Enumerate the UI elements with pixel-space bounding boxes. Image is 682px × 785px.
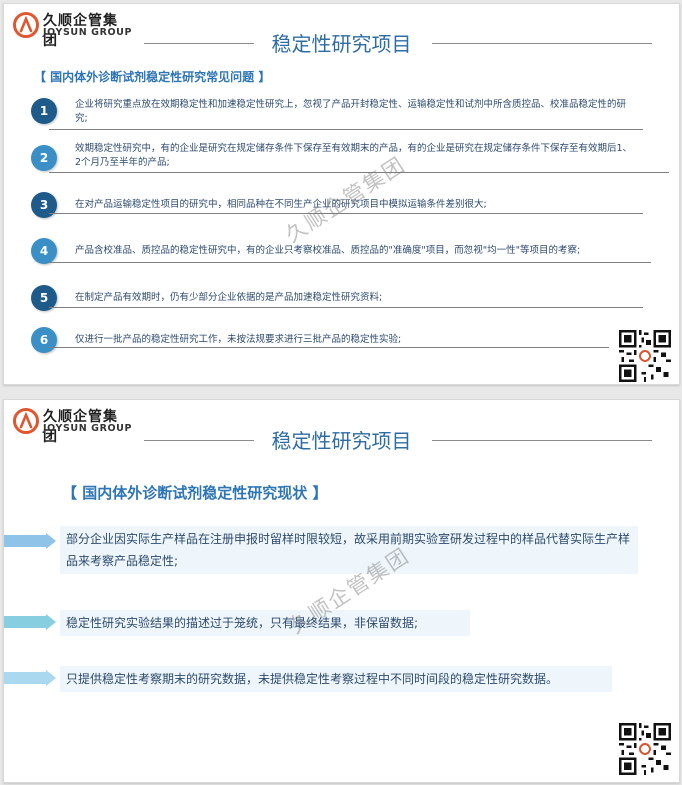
item-text: 在制定产品有效期时，仍有少部分企业依据的是产品加速稳定性研究资料;	[75, 292, 383, 303]
title-rule-left	[144, 43, 254, 44]
item-number-badge: 1	[31, 98, 57, 124]
status-item: 部分企业因实际生产样品在注册申报时留样时限较短，故采用前期实验室研发过程中的样品…	[60, 526, 638, 574]
qr-code-icon	[619, 330, 671, 382]
item-underline	[49, 129, 643, 130]
item-number-badge: 3	[31, 192, 57, 218]
arrow-bullet	[4, 614, 56, 630]
item-underline	[49, 262, 651, 263]
status-item: 稳定性研究实验结果的描述过于笼统，只有最终结果，非保留数据;	[60, 610, 470, 636]
title-rule-right	[432, 43, 652, 44]
qr-code-icon	[619, 723, 671, 775]
item-text: 仅进行一批产品的稳定性研究工作，未按法规要求进行三批产品的稳定性实验;	[75, 334, 402, 345]
item-number-badge: 6	[31, 327, 57, 353]
title-rule-right	[432, 440, 652, 441]
item-underline	[49, 347, 609, 348]
section-heading: 【 国内体外诊断试剂稳定性研究现状 】	[62, 484, 328, 502]
item-number-badge: 4	[31, 238, 57, 264]
item-number-badge: 2	[31, 145, 57, 171]
arrow-bullet	[4, 670, 56, 686]
item-text: 效期稳定性研究中，有的企业是研究在规定储存条件下保存至有效期末的产品，有的企业是…	[75, 143, 633, 168]
arrow-bullet	[4, 533, 56, 549]
section-heading: 【 国内体外诊断试剂稳定性研究常见问题 】	[34, 70, 271, 84]
title-rule-left	[144, 440, 254, 441]
item-text: 产品含校准品、质控品的稳定性研究中，有的企业只考察校准品、质控品的"准确度"项目…	[75, 245, 581, 256]
slide-2: 久顺企管集团 JOYSUN GROUP 稳定性研究项目 【 国内体外诊断试剂稳定…	[3, 399, 680, 783]
slide-1: 久顺企管集团 JOYSUN GROUP 稳定性研究项目 【 国内体外诊断试剂稳定…	[3, 3, 680, 385]
item-underline	[49, 307, 643, 308]
item-text: 企业将研究重点放在效期稳定性和加速稳定性研究上，忽视了产品开封稳定性、运输稳定性…	[75, 99, 627, 124]
status-item: 只提供稳定性考察期末的研究数据，未提供稳定性考察过程中不同时间段的稳定性研究数据…	[60, 666, 612, 692]
